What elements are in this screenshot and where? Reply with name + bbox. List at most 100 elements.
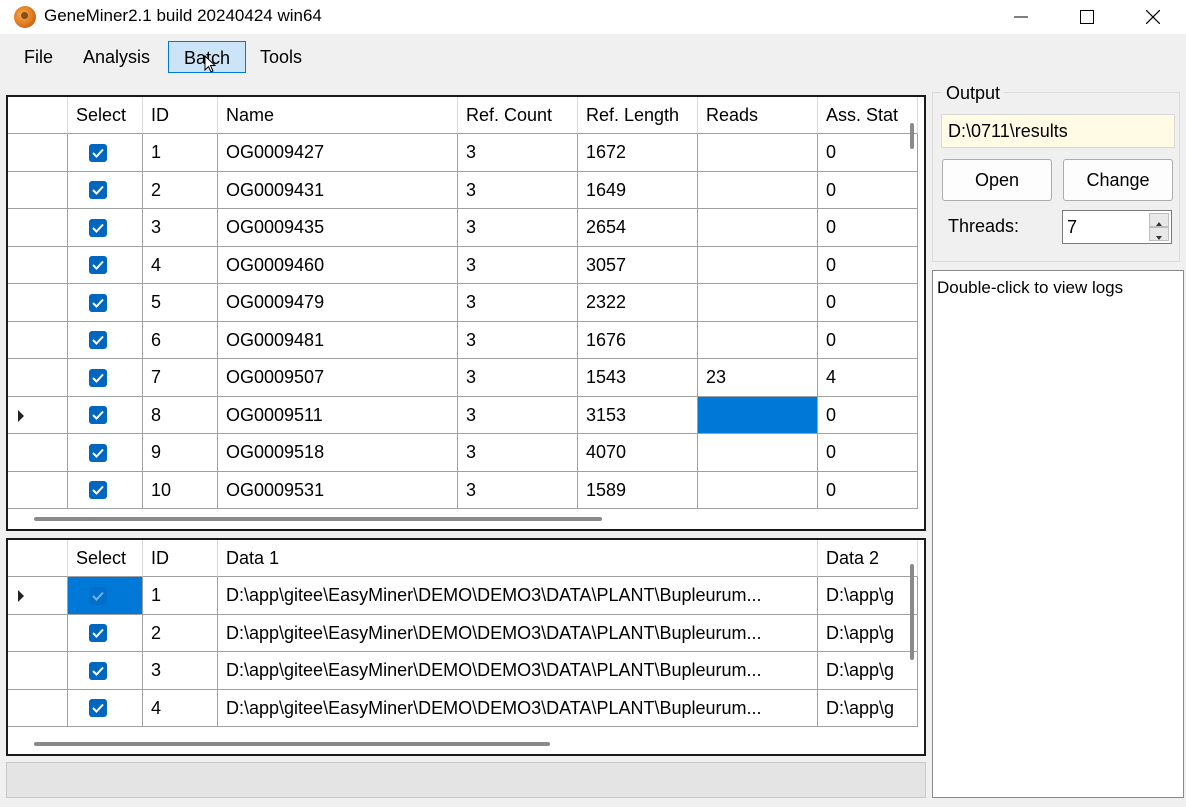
ass-stat-cell[interactable]: 0 — [818, 434, 918, 472]
data1-cell[interactable]: D:\app\gitee\EasyMiner\DEMO\DEMO3\DATA\P… — [218, 652, 818, 690]
data2-cell[interactable]: D:\app\g — [818, 652, 918, 690]
ref-count-cell[interactable]: 3 — [458, 396, 578, 434]
name-cell[interactable]: OG0009518 — [218, 434, 458, 472]
id-cell[interactable]: 7 — [143, 359, 218, 397]
ref-length-cell[interactable]: 4070 — [578, 434, 698, 472]
data1-cell[interactable]: D:\app\gitee\EasyMiner\DEMO\DEMO3\DATA\P… — [218, 577, 818, 615]
id-cell[interactable]: 8 — [143, 396, 218, 434]
threads-spinner[interactable]: 7 — [1062, 210, 1172, 244]
ref-length-cell[interactable]: 2654 — [578, 209, 698, 247]
data1-cell[interactable]: D:\app\gitee\EasyMiner\DEMO\DEMO3\DATA\P… — [218, 689, 818, 727]
ref-count-cell[interactable]: 3 — [458, 284, 578, 322]
gene-table[interactable]: Select ID Name Ref. Count Ref. Length Reads As… — [6, 95, 926, 531]
id-cell[interactable]: 1 — [143, 577, 218, 615]
threads-value[interactable]: 7 — [1067, 217, 1077, 238]
ass-stat-cell[interactable]: 0 — [818, 321, 918, 359]
ref-length-cell[interactable]: 1589 — [578, 471, 698, 509]
row-checkbox[interactable] — [88, 406, 107, 425]
column-header[interactable]: ID — [143, 540, 218, 577]
row-checkbox[interactable] — [88, 181, 107, 200]
maximize-button[interactable] — [1054, 0, 1120, 34]
data2-cell[interactable]: D:\app\g — [818, 614, 918, 652]
ref-length-cell[interactable]: 2322 — [578, 284, 698, 322]
ref-length-cell[interactable]: 1676 — [578, 321, 698, 359]
name-cell[interactable]: OG0009435 — [218, 209, 458, 247]
reads-cell[interactable] — [698, 284, 818, 322]
row-header[interactable] — [8, 471, 68, 509]
ref-count-cell[interactable]: 3 — [458, 321, 578, 359]
name-cell[interactable]: OG0009507 — [218, 359, 458, 397]
reads-cell[interactable] — [698, 434, 818, 472]
gene-table-vscrollbar[interactable] — [910, 123, 914, 149]
reads-cell[interactable] — [698, 134, 818, 172]
row-header[interactable] — [8, 396, 68, 434]
column-header[interactable]: Ref. Length — [578, 97, 698, 134]
select-cell[interactable] — [68, 359, 143, 397]
ref-count-cell[interactable]: 3 — [458, 134, 578, 172]
name-cell[interactable]: OG0009511 — [218, 396, 458, 434]
data-table-vscrollbar[interactable] — [910, 564, 914, 660]
row-checkbox[interactable] — [88, 143, 107, 162]
id-cell[interactable]: 1 — [143, 134, 218, 172]
threads-down-button[interactable] — [1149, 227, 1169, 241]
name-cell[interactable]: OG0009481 — [218, 321, 458, 359]
row-checkbox[interactable] — [88, 481, 107, 500]
row-checkbox[interactable] — [88, 331, 107, 350]
select-cell[interactable] — [68, 471, 143, 509]
ref-count-cell[interactable]: 3 — [458, 359, 578, 397]
ass-stat-cell[interactable]: 0 — [818, 246, 918, 284]
ref-count-cell[interactable]: 3 — [458, 209, 578, 247]
open-button[interactable]: Open — [942, 159, 1052, 201]
row-header[interactable] — [8, 321, 68, 359]
select-cell[interactable] — [68, 321, 143, 359]
column-header[interactable]: Ass. Stat — [818, 97, 918, 134]
reads-cell[interactable] — [698, 471, 818, 509]
name-cell[interactable]: OG0009531 — [218, 471, 458, 509]
reads-cell[interactable] — [698, 396, 818, 434]
data2-cell[interactable]: D:\app\g — [818, 577, 918, 615]
row-checkbox[interactable] — [88, 293, 107, 312]
id-cell[interactable]: 2 — [143, 171, 218, 209]
ref-count-cell[interactable]: 3 — [458, 246, 578, 284]
ass-stat-cell[interactable]: 4 — [818, 359, 918, 397]
row-checkbox[interactable] — [88, 586, 107, 605]
select-cell[interactable] — [68, 652, 143, 690]
ass-stat-cell[interactable]: 0 — [818, 471, 918, 509]
select-cell[interactable] — [68, 396, 143, 434]
output-path-field[interactable]: D:\0711\results — [941, 114, 1175, 148]
name-cell[interactable]: OG0009479 — [218, 284, 458, 322]
ref-length-cell[interactable]: 3153 — [578, 396, 698, 434]
menu-file[interactable]: File — [12, 41, 65, 73]
row-header[interactable] — [8, 171, 68, 209]
menu-tools[interactable]: Tools — [248, 41, 314, 73]
select-cell[interactable] — [68, 577, 143, 615]
gene-table-hscrollbar[interactable] — [34, 517, 602, 521]
row-checkbox[interactable] — [88, 218, 107, 237]
id-cell[interactable]: 4 — [143, 246, 218, 284]
column-header[interactable]: Data 2 — [818, 540, 918, 577]
ref-length-cell[interactable]: 1649 — [578, 171, 698, 209]
ref-length-cell[interactable]: 3057 — [578, 246, 698, 284]
select-cell[interactable] — [68, 614, 143, 652]
id-cell[interactable]: 5 — [143, 284, 218, 322]
column-header[interactable]: Select — [68, 540, 143, 577]
row-checkbox[interactable] — [88, 256, 107, 275]
ref-count-cell[interactable]: 3 — [458, 434, 578, 472]
ref-count-cell[interactable]: 3 — [458, 171, 578, 209]
name-cell[interactable]: OG0009431 — [218, 171, 458, 209]
name-cell[interactable]: OG0009460 — [218, 246, 458, 284]
column-header[interactable]: Data 1 — [218, 540, 818, 577]
reads-cell[interactable] — [698, 209, 818, 247]
row-checkbox[interactable] — [88, 661, 107, 680]
data2-cell[interactable]: D:\app\g — [818, 689, 918, 727]
reads-cell[interactable] — [698, 321, 818, 359]
log-panel[interactable]: Double-click to view logs — [932, 270, 1184, 798]
reads-cell[interactable] — [698, 171, 818, 209]
row-checkbox[interactable] — [88, 624, 107, 643]
row-header[interactable] — [8, 652, 68, 690]
id-cell[interactable]: 4 — [143, 689, 218, 727]
row-header[interactable] — [8, 284, 68, 322]
minimize-button[interactable] — [988, 0, 1054, 34]
reads-cell[interactable] — [698, 246, 818, 284]
change-button[interactable]: Change — [1063, 159, 1173, 201]
